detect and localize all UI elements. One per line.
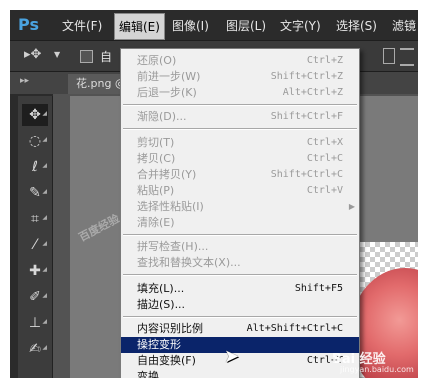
menu-item-label: 清除(E) xyxy=(137,216,175,229)
menu-separator xyxy=(123,274,357,276)
menu-separator xyxy=(123,316,357,318)
collapse-panel-icon[interactable]: ▸▸ xyxy=(20,76,29,86)
menu-item-clear[interactable]: 清除(E) xyxy=(121,215,359,231)
menu-item-copy[interactable]: 拷贝(C) Ctrl+C xyxy=(121,151,359,167)
auto-select-checkbox[interactable] xyxy=(80,50,93,63)
menu-item-copy-merged[interactable]: 合并拷贝(Y) Shift+Ctrl+C xyxy=(121,167,359,183)
menu-item-label: 渐隐(D)... xyxy=(137,110,187,123)
menu-item-shortcut: Shift+Ctrl+C xyxy=(270,169,343,180)
tools-panel: ✥ ◢ ◌ ◢ ℓ ◢ ✎ ◢ ⌗ ◢ ⁄ ◢ ✚ ◢ ✐ ◢ ⊥ ◢ ✍ ◢ xyxy=(18,96,53,378)
lasso-tool-icon[interactable]: ℓ ◢ xyxy=(22,156,48,178)
menu-item-label: 填充(L)... xyxy=(137,282,185,295)
mouse-cursor-icon: ➤ xyxy=(224,346,240,367)
align-icon[interactable] xyxy=(383,48,395,64)
menu-separator xyxy=(123,128,357,130)
menu-item-fill[interactable]: 填充(L)... Shift+F5 xyxy=(121,281,359,297)
menu-item-shortcut: Shift+Ctrl+Z xyxy=(270,71,343,82)
menu-item-label: 拼写检查(H)... xyxy=(137,240,209,253)
brush-tool-icon[interactable]: ✐ ◢ xyxy=(22,286,48,308)
menu-item-label: 选择性粘贴(I) xyxy=(137,200,204,213)
menu-item-label: 变换 xyxy=(137,370,159,378)
photoshop-window: Ps 文件(F) 编辑(E) 图像(I) 图层(L) 文字(Y) 选择(S) 滤… xyxy=(10,10,418,378)
healing-brush-tool-icon[interactable]: ✚ ◢ xyxy=(22,260,48,282)
menu-item-label: 还原(O) xyxy=(137,54,177,67)
menu-item-label: 剪切(T) xyxy=(137,136,175,149)
distribute-icon[interactable] xyxy=(400,48,414,66)
menu-item-label: 查找和替换文本(X)... xyxy=(137,256,241,269)
menu-item-find-replace[interactable]: 查找和替换文本(X)... xyxy=(121,255,359,271)
edit-menu-dropdown: 还原(O) Ctrl+Z 前进一步(W) Shift+Ctrl+Z 后退一步(K) A… xyxy=(120,48,360,378)
menu-item-shortcut: Alt+Ctrl+Z xyxy=(282,87,343,98)
menu-item-label: 描边(S)... xyxy=(137,298,186,311)
menu-item-transform[interactable]: 变换 xyxy=(121,369,359,378)
menu-item-shortcut: Alt+Shift+Ctrl+C xyxy=(246,323,343,334)
menu-item-label: 拷贝(C) xyxy=(137,152,176,165)
menu-item-paste-special[interactable]: 选择性粘贴(I) ▶ xyxy=(121,199,359,215)
menu-item-content-aware-scale[interactable]: 内容识别比例 Alt+Shift+Ctrl+C xyxy=(121,321,359,337)
eyedropper-tool-icon[interactable]: ⁄ ◢ xyxy=(22,234,48,256)
menu-separator xyxy=(123,104,357,106)
menu-item-shortcut: Shift+F5 xyxy=(294,283,343,294)
menu-item-label: 粘贴(P) xyxy=(137,184,175,197)
menu-item-shortcut: Ctrl+C xyxy=(306,153,343,164)
menu-item-undo[interactable]: 还原(O) Ctrl+Z xyxy=(121,53,359,69)
menu-select[interactable]: 选择(S) xyxy=(336,17,377,34)
menu-item-shortcut: Shift+Ctrl+F xyxy=(270,111,343,122)
menu-separator xyxy=(123,234,357,236)
menu-item-fade[interactable]: 渐隐(D)... Shift+Ctrl+F xyxy=(121,109,359,125)
menu-file[interactable]: 文件(F) xyxy=(62,17,102,34)
menu-item-label: 后退一步(K) xyxy=(137,86,197,99)
chevron-down-icon[interactable]: ▼ xyxy=(54,50,60,59)
auto-select-label: 自 xyxy=(100,50,113,64)
menu-item-paste[interactable]: 粘贴(P) Ctrl+V xyxy=(121,183,359,199)
menu-item-shortcut: Ctrl+X xyxy=(306,137,343,148)
photoshop-logo: Ps xyxy=(18,15,39,34)
jingyan-url: jingyan.baidu.com xyxy=(340,365,414,374)
move-tool-icon[interactable]: ✥ ◢ xyxy=(22,104,48,126)
menu-item-label: 操控变形 xyxy=(137,338,181,351)
move-tool-preset-icon[interactable]: ▸✥ xyxy=(24,47,41,62)
menu-bar: Ps 文件(F) 编辑(E) 图像(I) 图层(L) 文字(Y) 选择(S) 滤… xyxy=(10,10,418,40)
menu-layer[interactable]: 图层(L) xyxy=(226,17,266,34)
menu-image[interactable]: 图像(I) xyxy=(172,17,209,34)
menu-item-puppet-warp[interactable]: 操控变形 xyxy=(121,337,359,353)
menu-item-label: 自由变换(F) xyxy=(137,354,196,367)
history-brush-tool-icon[interactable]: ✍ ◢ xyxy=(22,338,48,360)
clone-stamp-tool-icon[interactable]: ⊥ ◢ xyxy=(22,312,48,334)
menu-item-spell-check[interactable]: 拼写检查(H)... xyxy=(121,239,359,255)
menu-item-shortcut: Ctrl+Z xyxy=(306,55,343,66)
menu-item-cut[interactable]: 剪切(T) Ctrl+X xyxy=(121,135,359,151)
menu-item-step-forward[interactable]: 前进一步(W) Shift+Ctrl+Z xyxy=(121,69,359,85)
marquee-tool-icon[interactable]: ◌ ◢ xyxy=(22,130,48,152)
quick-select-tool-icon[interactable]: ✎ ◢ xyxy=(22,182,48,204)
menu-item-free-transform[interactable]: 自由变换(F) Ctrl+T xyxy=(121,353,359,369)
crop-tool-icon[interactable]: ⌗ ◢ xyxy=(22,208,48,230)
menu-filter[interactable]: 滤镜 xyxy=(392,17,416,34)
menu-item-step-backward[interactable]: 后退一步(K) Alt+Ctrl+Z xyxy=(121,85,359,101)
menu-type[interactable]: 文字(Y) xyxy=(280,17,321,34)
submenu-arrow-icon: ▶ xyxy=(348,202,355,211)
menu-edit[interactable]: 编辑(E) xyxy=(114,13,165,40)
menu-item-label: 前进一步(W) xyxy=(137,70,201,83)
menu-item-label: 合并拷贝(Y) xyxy=(137,168,197,181)
menu-item-stroke[interactable]: 描边(S)... xyxy=(121,297,359,313)
menu-item-label: 内容识别比例 xyxy=(137,322,203,335)
menu-item-shortcut: Ctrl+V xyxy=(306,185,343,196)
